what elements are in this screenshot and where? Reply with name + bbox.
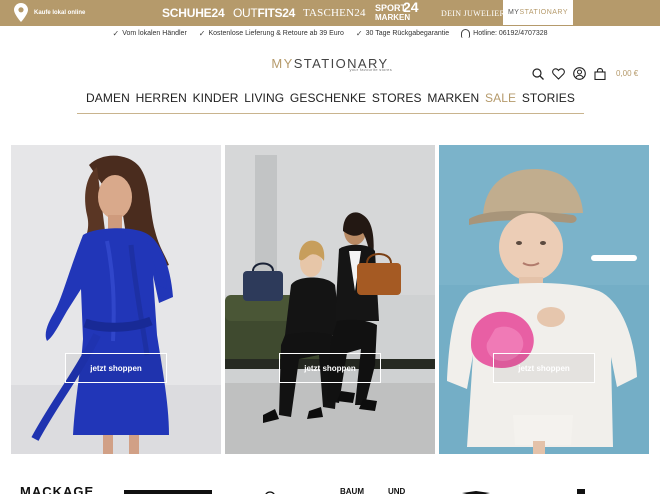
hero-tile-sport[interactable]: jetzt shoppen bbox=[439, 145, 649, 454]
hero-image-cap-model bbox=[439, 145, 649, 454]
nav-item-herren[interactable]: HERREN bbox=[136, 90, 187, 113]
location-pin-icon bbox=[14, 3, 28, 22]
headset-icon bbox=[461, 29, 471, 38]
usp-text: Kostenlose Lieferung & Retoure ab 39 Eur… bbox=[208, 30, 344, 37]
shop-link-dein-juwelier[interactable]: DEIN JUWELIER bbox=[441, 0, 505, 26]
hero-image-two-women bbox=[225, 145, 435, 454]
shop-link-schuhe24[interactable]: SCHUHE24 bbox=[162, 0, 225, 26]
usp-item: ✓ 30 Tage Rückgabegarantie bbox=[356, 29, 449, 38]
cart-icon[interactable] bbox=[594, 67, 606, 80]
hero-tile-bags[interactable]: jetzt shoppen bbox=[225, 145, 435, 454]
nav-item-stories[interactable]: STORIES bbox=[522, 90, 575, 113]
logo-tagline: your favourite stores bbox=[349, 67, 392, 72]
sport-number: 24 bbox=[403, 0, 419, 15]
mystationary-tab-rest: STATIONARY bbox=[519, 9, 569, 16]
cart-total[interactable]: 0,00 € bbox=[616, 69, 638, 78]
main-navigation: DAMEN HERREN KINDER LIVING GESCHENKE STO… bbox=[77, 90, 584, 114]
shop-now-button[interactable]: jetzt shoppen bbox=[493, 353, 595, 383]
usp-bar: ✓ Vom lokalen Händler ✓ Kostenlose Lieferu… bbox=[0, 29, 660, 38]
nav-item-living[interactable]: LIVING bbox=[244, 90, 284, 113]
heart-icon[interactable] bbox=[552, 67, 565, 80]
search-icon[interactable] bbox=[532, 67, 544, 80]
hero-image-blue-dress bbox=[11, 145, 221, 454]
sport-label: SPORT bbox=[375, 3, 407, 13]
shop-now-button[interactable]: jetzt shoppen bbox=[65, 353, 167, 383]
nav-item-geschenke[interactable]: GESCHENKE bbox=[290, 90, 366, 113]
hero-tile-women[interactable]: jetzt shoppen bbox=[11, 145, 221, 454]
brand-logo-second[interactable] bbox=[124, 484, 212, 494]
usp-text: Vom lokalen Händler bbox=[122, 30, 187, 37]
nav-item-stores[interactable]: STORES bbox=[372, 90, 422, 113]
shop-now-button[interactable]: jetzt shoppen bbox=[279, 353, 381, 383]
mystationary-tab-my: MY bbox=[507, 9, 520, 16]
shop-link-outfits24[interactable]: OUT FITS24 bbox=[233, 0, 295, 26]
shop-switcher-bar: Kaufe lokal online SCHUHE24 OUT FITS24 TA… bbox=[0, 0, 660, 26]
brand-logo-mackage[interactable]: MACKAGE bbox=[20, 484, 108, 494]
local-shopping-link[interactable]: Kaufe lokal online bbox=[14, 3, 85, 22]
check-icon: ✓ bbox=[112, 29, 120, 38]
shop-link-mystationary-active[interactable]: MY STATIONARY bbox=[503, 0, 573, 26]
hotline-text: Hotline: 06192/4707328 bbox=[473, 30, 548, 37]
hotline-link[interactable]: Hotline: 06192/4707328 bbox=[461, 29, 548, 38]
brand-mark-bar bbox=[124, 490, 212, 494]
usp-text: 30 Tage Rückgabegarantie bbox=[365, 30, 450, 37]
check-icon: ✓ bbox=[198, 29, 206, 38]
figure-icon bbox=[577, 489, 585, 494]
brand-logo-eagle[interactable] bbox=[460, 484, 492, 494]
nav-item-sale[interactable]: SALE bbox=[485, 90, 516, 113]
shop-link-taschen24[interactable]: TASCHEN24 bbox=[303, 0, 366, 26]
brand-logo-und[interactable]: UND bbox=[388, 484, 410, 494]
location-label: Kaufe lokal online bbox=[34, 9, 86, 16]
brand-logo-monogram[interactable] bbox=[262, 484, 278, 494]
site-logo[interactable]: MYSTATIONARY your favourite stores bbox=[265, 56, 395, 72]
usp-item: ✓ Kostenlose Lieferung & Retoure ab 39 Eu… bbox=[199, 29, 344, 38]
check-icon: ✓ bbox=[355, 29, 363, 38]
brand-logo-baum[interactable]: BAUM bbox=[340, 484, 370, 494]
eagle-icon bbox=[462, 491, 490, 494]
nav-item-kinder[interactable]: KINDER bbox=[193, 90, 239, 113]
brand-logo-strip: MACKAGE BAUM UND bbox=[0, 484, 660, 494]
outfits-part-a: OUT bbox=[233, 6, 258, 20]
brand-monogram-icon bbox=[265, 491, 275, 494]
user-icon[interactable] bbox=[573, 67, 586, 80]
logo-my: MY bbox=[271, 56, 294, 71]
nav-item-damen[interactable]: DAMEN bbox=[86, 90, 130, 113]
brand-logo-figure[interactable] bbox=[574, 484, 588, 494]
shop-link-sportmarken24[interactable]: SPORT MARKEN 24 bbox=[375, 0, 419, 26]
header-actions: 0,00 € bbox=[532, 67, 638, 80]
nav-item-marken[interactable]: MARKEN bbox=[427, 90, 479, 113]
usp-item: ✓ Vom lokalen Händler bbox=[112, 29, 186, 38]
outfits-part-b: FITS24 bbox=[257, 6, 295, 20]
